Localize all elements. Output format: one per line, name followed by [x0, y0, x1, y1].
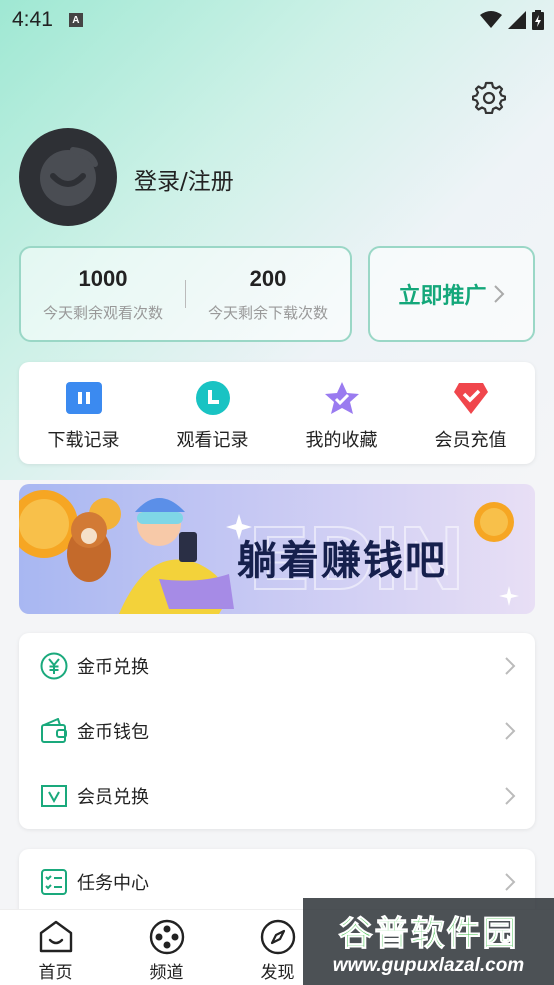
- promo-banner[interactable]: EDIN 躺着赚钱吧: [19, 484, 535, 614]
- watch-count-stat: 1000 今天剩余观看次数: [21, 266, 185, 323]
- watch-count-value: 1000: [78, 265, 128, 291]
- wifi-icon: [480, 11, 502, 28]
- download-count-stat: 200 今天剩余下载次数: [186, 266, 350, 323]
- gear-icon: [471, 81, 507, 115]
- nav-channel[interactable]: 频道: [111, 910, 222, 985]
- nav-label: 频道: [149, 963, 184, 983]
- promote-label: 立即推广: [398, 284, 487, 309]
- menu-label: 会员兑换: [77, 786, 149, 808]
- stats-card: 1000 今天剩余观看次数 200 今天剩余下载次数: [19, 246, 352, 342]
- status-icons: [480, 10, 544, 30]
- status-time: 4:41: [12, 8, 53, 31]
- promote-button[interactable]: 立即推广: [368, 246, 535, 342]
- nav-label: 首页: [38, 963, 73, 983]
- watermark-url: www.gupuxlazal.com: [332, 955, 525, 976]
- watermark-title: 谷普软件园: [338, 914, 519, 955]
- menu-vip-exchange[interactable]: 会员兑换: [19, 763, 535, 828]
- download-count-label: 今天剩余下载次数: [207, 303, 328, 322]
- yen-coin-icon: [39, 651, 69, 681]
- nav-home[interactable]: 首页: [0, 910, 111, 985]
- menu-coin-exchange[interactable]: 金币兑换: [19, 633, 535, 698]
- task-list-icon: [39, 867, 69, 897]
- quick-label: 下载记录: [47, 430, 120, 451]
- compass-icon: [259, 918, 297, 956]
- menu-label: 任务中心: [77, 872, 149, 894]
- film-reel-icon: [148, 918, 186, 956]
- quick-label: 观看记录: [176, 430, 249, 451]
- quick-download-history[interactable]: 下载记录: [19, 362, 148, 464]
- quick-label: 我的收藏: [305, 430, 378, 451]
- quick-vip-recharge[interactable]: 会员充值: [406, 362, 535, 464]
- status-bar: 4:41 A: [0, 0, 554, 40]
- menu-label: 金币兑换: [77, 656, 149, 678]
- star-icon: [324, 380, 360, 416]
- chevron-right-icon: [505, 656, 516, 675]
- nav-label: 发现: [260, 963, 295, 983]
- avatar-logo-icon: [40, 147, 98, 206]
- wallet-icon: [39, 716, 69, 746]
- chevron-right-icon: [505, 872, 516, 891]
- history-icon: [195, 380, 231, 416]
- menu-card: 金币兑换 金币钱包 会员兑换: [19, 633, 535, 829]
- notification-icon: A: [68, 13, 83, 27]
- chevron-right-icon: [505, 786, 516, 805]
- banner-title: 躺着赚钱吧: [237, 538, 447, 584]
- menu-coin-wallet[interactable]: 金币钱包: [19, 698, 535, 763]
- diamond-icon: [453, 380, 489, 416]
- quick-favorites[interactable]: 我的收藏: [277, 362, 406, 464]
- watch-count-label: 今天剩余观看次数: [42, 303, 163, 322]
- avatar[interactable]: [19, 128, 117, 226]
- login-register-link[interactable]: 登录/注册: [134, 162, 234, 196]
- signal-icon: [508, 11, 526, 29]
- watermark: 谷普软件园 www.gupuxlazal.com: [303, 898, 554, 985]
- menu-label: 金币钱包: [77, 721, 149, 743]
- quick-label: 会员充值: [434, 430, 507, 451]
- chevron-right-icon: [505, 721, 516, 740]
- download-count-value: 200: [249, 265, 287, 291]
- battery-icon: [532, 10, 544, 30]
- quick-watch-history[interactable]: 观看记录: [148, 362, 277, 464]
- home-icon: [37, 918, 75, 956]
- vip-icon: [39, 781, 69, 811]
- settings-button[interactable]: [471, 80, 507, 115]
- quick-actions-card: 下载记录 观看记录 我的收藏 会员充值: [19, 362, 535, 464]
- download-icon: [65, 380, 102, 416]
- chevron-right-icon: [493, 285, 504, 303]
